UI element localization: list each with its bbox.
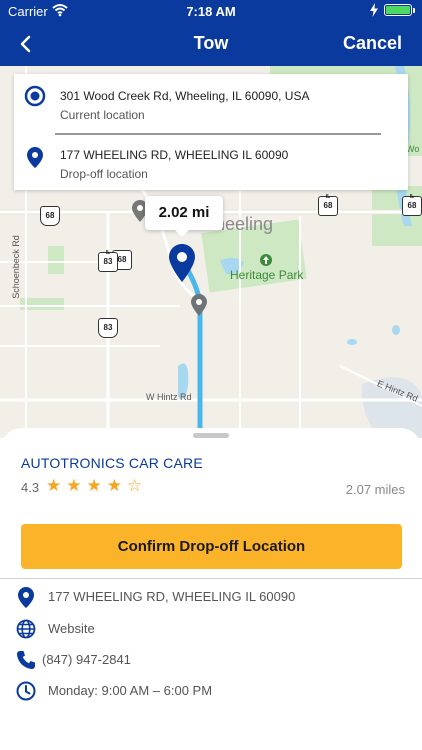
destination-pin-icon[interactable] [169,244,195,282]
map-park-label: Heritage Park [230,268,304,282]
park-icon [260,254,272,266]
business-detail-sheet: AUTOTRONICS CAR CARE 4.3 ★★★★☆ 2.07 mile… [0,428,422,750]
business-name: AUTOTRONICS CAR CARE [21,455,203,471]
website-link[interactable]: Website [48,621,95,636]
current-location-label: Current location [60,108,145,122]
highway-shield: IL 68 [318,194,338,216]
dropoff-location-label: Drop-off location [60,167,148,181]
phone-row[interactable]: (847) 947-2841 [0,647,422,673]
battery-icon [384,4,412,16]
current-location-icon [24,85,46,107]
current-address[interactable]: 301 Wood Creek Rd, Wheeling, IL 60090, U… [60,89,309,103]
navigation-bar: Tow Cancel [0,22,422,66]
sheet-drag-handle[interactable] [193,433,229,438]
road-label-w-hintz: W Hintz Rd [146,392,192,402]
confirm-dropoff-button[interactable]: Confirm Drop-off Location [21,524,402,569]
route-divider [55,133,381,135]
website-row[interactable]: Website [0,616,422,642]
phone-number[interactable]: (847) 947-2841 [42,652,131,667]
highway-shield: IL 68 [402,194,422,216]
opening-hours: Monday: 9:00 AM – 6:00 PM [48,683,213,698]
phone-icon [17,651,35,669]
business-address: 177 WHEELING RD, WHEELING IL 60090 [48,589,296,604]
status-time: 7:18 AM [186,4,236,19]
top-bar: Carrier 7:18 AM Tow Cancel [0,0,422,66]
section-divider [0,578,422,579]
cancel-button[interactable]: Cancel [343,33,402,54]
pin-icon [18,587,34,608]
battery-cap [413,8,415,13]
rating-value: 4.3 [21,480,40,495]
route-start-marker-icon [191,294,207,316]
highway-shield: 83 [98,318,118,338]
address-row[interactable]: 177 WHEELING RD, WHEELING IL 60090 [0,584,422,610]
clock-icon [16,681,36,701]
status-bar: Carrier 7:18 AM [0,0,422,22]
road-label-schoenbeck: Schoenbeck Rd [10,235,21,299]
pin-icon [27,147,43,168]
highway-shield: 68 [40,206,60,226]
highway-shield: IL 83 [98,250,118,272]
business-distance: 2.07 miles [345,482,405,497]
globe-icon [16,619,36,639]
map-edge-label: Wo [406,144,420,154]
dropoff-address[interactable]: 177 WHEELING RD, WHEELING IL 60090 [60,148,288,162]
route-address-card: 301 Wood Creek Rd, Wheeling, IL 60090, U… [14,74,408,190]
hours-row[interactable]: Monday: 9:00 AM – 6:00 PM [0,678,422,704]
charging-icon [370,3,378,17]
rating-stars: ★★★★☆ [46,476,148,495]
distance-bubble: 2.02 mi [145,196,223,237]
